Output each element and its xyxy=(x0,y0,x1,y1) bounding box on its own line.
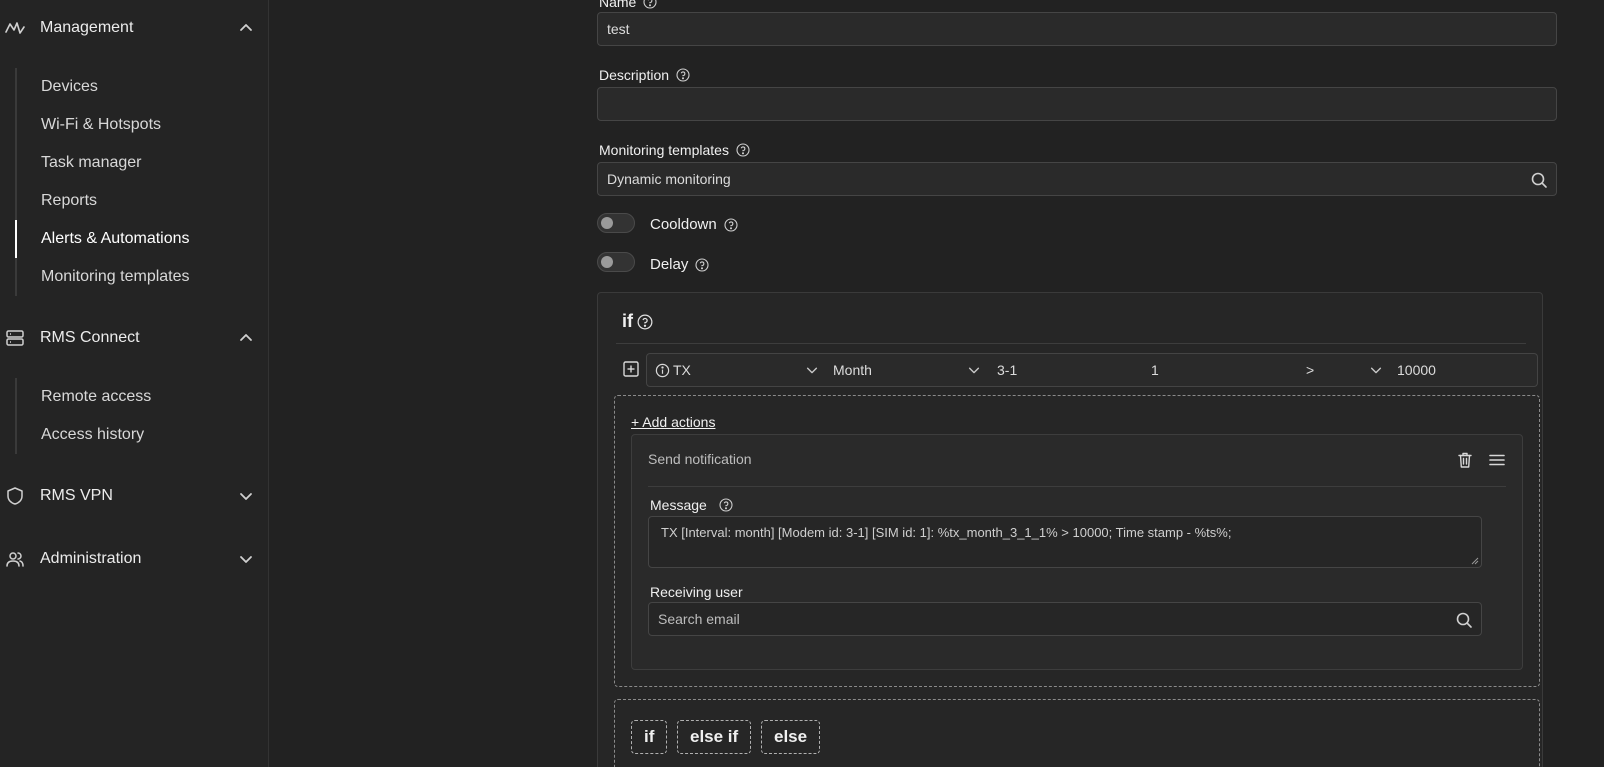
message-label: Message xyxy=(650,497,733,513)
sidebar-item-task-manager[interactable]: Task manager xyxy=(17,144,267,182)
condition-row: TX Month 3-1 1 > 10000 xyxy=(646,353,1538,387)
name-label: Name xyxy=(599,0,657,10)
toggle-knob xyxy=(601,217,613,229)
chevron-down-icon[interactable] xyxy=(805,363,819,377)
sidebar-item-devices[interactable]: Devices xyxy=(17,68,267,106)
condition-operator-select[interactable]: > xyxy=(1306,354,1314,386)
trash-icon[interactable] xyxy=(1456,451,1474,469)
monitoring-templates-label: Monitoring templates xyxy=(599,142,750,158)
toggle-knob xyxy=(601,256,613,268)
branch-box: if else if else xyxy=(614,699,1540,767)
receiving-user-search-input[interactable]: Search email xyxy=(648,602,1482,636)
sidebar-item-reports[interactable]: Reports xyxy=(17,182,267,220)
add-else-button[interactable]: else xyxy=(761,720,821,754)
cooldown-label: Cooldown xyxy=(650,216,738,233)
sidebar-item-monitoring-templates[interactable]: Monitoring templates xyxy=(17,258,267,296)
actions-box: + Add actions Send notification Message … xyxy=(614,395,1540,687)
divider xyxy=(648,486,1506,487)
add-if-button[interactable]: if xyxy=(631,720,668,754)
help-icon[interactable] xyxy=(724,217,738,232)
chevron-down-icon[interactable] xyxy=(238,551,254,567)
delay-toggle[interactable] xyxy=(597,252,635,272)
sidebar-group-administration[interactable]: Administration xyxy=(0,544,269,574)
help-icon[interactable] xyxy=(736,143,750,157)
chevron-down-icon[interactable] xyxy=(967,363,981,377)
receiving-user-label: Receiving user xyxy=(650,584,743,600)
help-icon[interactable] xyxy=(719,498,733,512)
add-else-if-button[interactable]: else if xyxy=(677,720,752,754)
add-actions-link[interactable]: + Add actions xyxy=(631,414,715,430)
description-input[interactable] xyxy=(597,87,1557,121)
name-input[interactable]: test xyxy=(597,12,1557,46)
condition-threshold-input[interactable]: 10000 xyxy=(1397,354,1436,386)
divider xyxy=(616,343,1526,344)
sidebar-group-rms-vpn[interactable]: RMS VPN xyxy=(0,481,269,511)
help-icon[interactable] xyxy=(643,0,657,9)
sidebar-item-alerts-automations[interactable]: Alerts & Automations xyxy=(15,220,267,258)
condition-interval-select[interactable]: Month xyxy=(833,354,872,386)
sidebar-group-label: RMS VPN xyxy=(40,487,113,504)
description-label: Description xyxy=(599,67,690,83)
sidebar-item-wifi-hotspots[interactable]: Wi-Fi & Hotspots xyxy=(17,106,267,144)
if-title: if xyxy=(622,311,653,332)
sidebar-item-remote-access[interactable]: Remote access xyxy=(17,378,267,416)
sidebar-group-label: RMS Connect xyxy=(40,329,140,346)
users-icon xyxy=(6,552,24,567)
sidebar-group-label: Management xyxy=(40,19,134,36)
server-icon xyxy=(6,330,24,346)
condition-sim-id[interactable]: 1 xyxy=(1151,354,1159,386)
sidebar-group-rms-connect[interactable]: RMS Connect xyxy=(0,323,269,353)
expand-plus-icon[interactable] xyxy=(623,361,639,377)
chevron-up-icon[interactable] xyxy=(238,330,254,346)
info-icon xyxy=(655,363,670,378)
rule-if-panel: if TX Month 3-1 1 > 10000 + Add actions … xyxy=(597,292,1543,767)
search-icon[interactable] xyxy=(1455,611,1473,629)
sidebar: Management Devices Wi-Fi & Hotspots Task… xyxy=(0,0,269,767)
drag-handle-icon[interactable] xyxy=(1488,451,1506,469)
condition-modem-id[interactable]: 3-1 xyxy=(997,354,1017,386)
chevron-down-icon[interactable] xyxy=(1369,363,1383,377)
cooldown-toggle[interactable] xyxy=(597,213,635,233)
sidebar-item-access-history[interactable]: Access history xyxy=(17,416,267,454)
delay-label: Delay xyxy=(650,256,709,273)
help-icon[interactable] xyxy=(676,68,690,82)
condition-metric-select[interactable]: TX xyxy=(673,354,691,386)
action-title: Send notification xyxy=(648,451,752,467)
resize-handle-icon[interactable] xyxy=(1471,557,1479,565)
sidebar-sublist-rms-connect: Remote access Access history xyxy=(15,378,267,454)
help-icon[interactable] xyxy=(637,314,653,330)
sidebar-group-label: Administration xyxy=(40,550,142,567)
monitoring-templates-select[interactable]: Dynamic monitoring xyxy=(597,162,1557,196)
help-icon[interactable] xyxy=(695,257,709,272)
message-textarea[interactable]: TX [Interval: month] [Modem id: 3-1] [SI… xyxy=(648,516,1482,568)
action-card-send-notification: Send notification Message TX [Interval: … xyxy=(631,434,1523,670)
search-icon[interactable] xyxy=(1530,171,1548,189)
activity-icon xyxy=(5,22,25,34)
sidebar-sublist-management: Devices Wi-Fi & Hotspots Task manager Re… xyxy=(15,68,267,296)
sidebar-group-management[interactable]: Management xyxy=(0,13,269,43)
shield-icon xyxy=(7,487,23,505)
chevron-up-icon[interactable] xyxy=(238,20,254,36)
chevron-down-icon[interactable] xyxy=(238,488,254,504)
